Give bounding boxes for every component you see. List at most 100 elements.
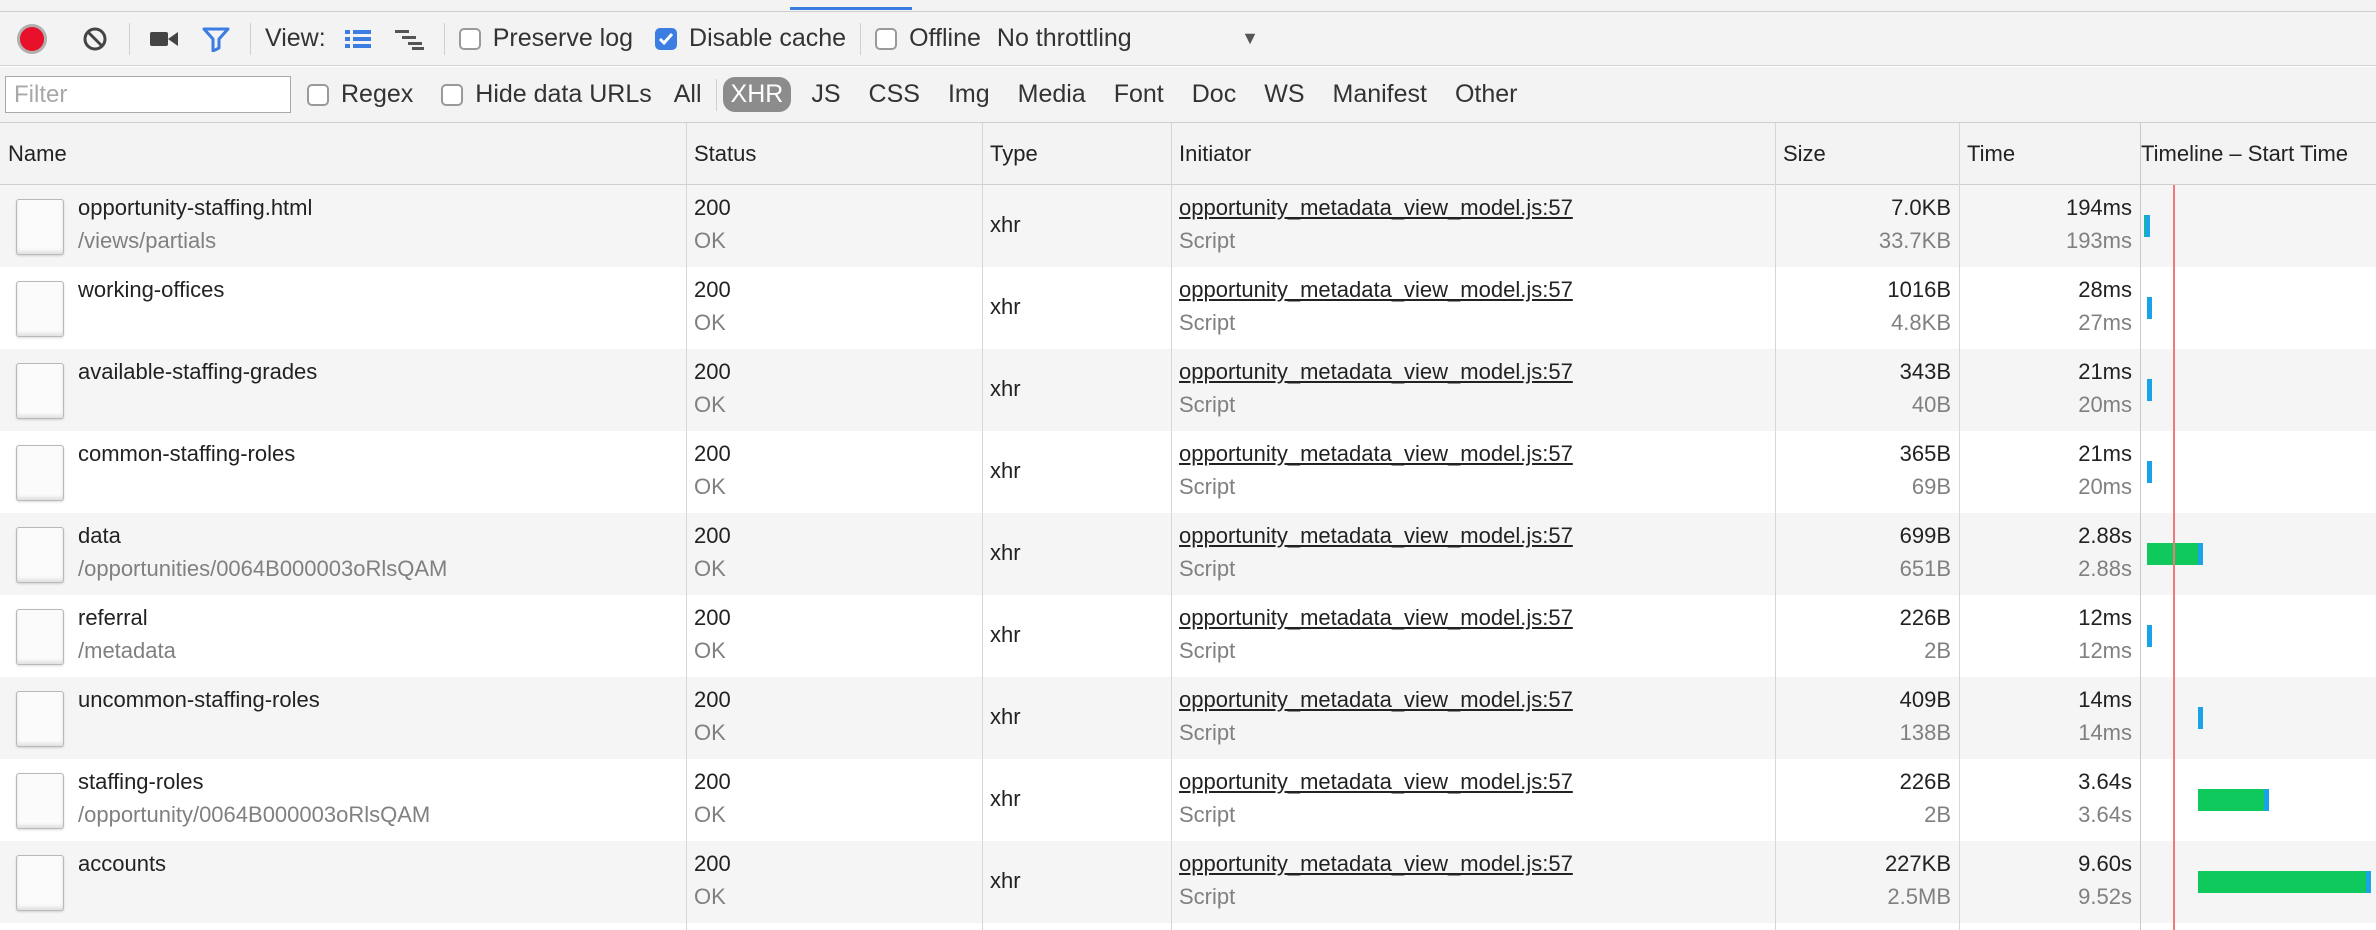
- table-row[interactable]: referral/metadata 200 OK xhr opportunity_met…: [0, 595, 2376, 677]
- table-row[interactable]: common-staffing-roles 200 OK xhr opportunity…: [0, 431, 2376, 513]
- request-name[interactable]: referral: [78, 605, 148, 631]
- status-text: OK: [694, 802, 726, 827]
- column-header-timeline[interactable]: Timeline – Start Time: [2134, 123, 2348, 185]
- initiator-type: Script: [1179, 802, 1236, 827]
- type-filter-ws[interactable]: WS: [1256, 77, 1312, 112]
- type-filter-css[interactable]: CSS: [861, 77, 928, 112]
- initiator-link[interactable]: opportunity_metadata_view_model.js:57: [1179, 851, 1573, 877]
- type-filter-font[interactable]: Font: [1106, 77, 1172, 112]
- timeline-bar[interactable]: [2144, 215, 2150, 237]
- status-code: 200: [694, 605, 731, 630]
- resource-size: 2B: [1924, 638, 1951, 663]
- preserve-log-toggle[interactable]: Preserve log: [458, 12, 634, 65]
- file-icon: [16, 199, 64, 255]
- initiator-link[interactable]: opportunity_metadata_view_model.js:57: [1179, 359, 1573, 385]
- type-filter-other[interactable]: Other: [1447, 77, 1526, 112]
- waterfall-overview-icon[interactable]: [390, 19, 430, 59]
- status-code: 200: [694, 195, 731, 220]
- column-header-initiator[interactable]: Initiator: [1171, 123, 1251, 185]
- request-name[interactable]: staffing-roles: [78, 769, 204, 795]
- status-code: 200: [694, 769, 731, 794]
- request-name[interactable]: accounts: [78, 851, 166, 877]
- request-path: /metadata: [78, 638, 176, 663]
- table-row[interactable]: accounts 200 OK xhr opportunity_metadata_vie…: [0, 841, 2376, 923]
- column-header-size[interactable]: Size: [1775, 123, 1826, 185]
- offline-toggle[interactable]: Offline: [875, 12, 981, 65]
- table-row[interactable]: staffing-roles/opportunity/0064B000003oR…: [0, 759, 2376, 841]
- large-rows-icon[interactable]: [338, 19, 378, 59]
- disable-cache-toggle[interactable]: Disable cache: [655, 12, 846, 65]
- initiator-link[interactable]: opportunity_metadata_view_model.js:57: [1179, 195, 1573, 221]
- initiator-link[interactable]: opportunity_metadata_view_model.js:57: [1179, 523, 1573, 549]
- network-request-table: Name Status Type Initiator Size Time Tim…: [0, 123, 2376, 930]
- column-header-status[interactable]: Status: [686, 123, 756, 185]
- clear-icon[interactable]: [75, 19, 115, 59]
- hide-data-urls-checkbox[interactable]: [441, 83, 464, 106]
- timeline-bar[interactable]: [2147, 461, 2152, 483]
- status-code: 200: [694, 523, 731, 548]
- timeline-bar[interactable]: [2147, 379, 2152, 401]
- record-button[interactable]: [17, 23, 47, 54]
- file-icon: [16, 773, 64, 829]
- total-time: 21ms: [2078, 359, 2132, 384]
- table-row[interactable]: uncommon-staffing-roles 200 OK xhr opportuni…: [0, 677, 2376, 759]
- request-name[interactable]: working-offices: [78, 277, 224, 303]
- timeline-bar[interactable]: [2198, 871, 2371, 893]
- type-filter-xhr[interactable]: XHR: [722, 77, 792, 112]
- filter-funnel-icon[interactable]: [196, 19, 236, 59]
- transferred-size: 699B: [1899, 523, 1951, 548]
- status-code: 200: [694, 277, 731, 302]
- column-header-type[interactable]: Type: [982, 123, 1038, 185]
- table-row[interactable]: available-staffing-grades 200 OK xhr opportu…: [0, 349, 2376, 431]
- status-text: OK: [694, 392, 726, 417]
- regex-checkbox[interactable]: [307, 83, 329, 106]
- offline-checkbox[interactable]: [875, 27, 898, 50]
- table-row[interactable]: opportunity-staffing.html/views/partials…: [0, 185, 2376, 267]
- timeline-bar[interactable]: [2198, 789, 2269, 811]
- request-name[interactable]: common-staffing-roles: [78, 441, 295, 467]
- disable-cache-checkbox[interactable]: [655, 27, 678, 50]
- type-filter-media[interactable]: Media: [1010, 77, 1094, 112]
- status-text: OK: [694, 310, 726, 335]
- table-row[interactable]: data/opportunities/0064B000003oRlsQAM 200…: [0, 513, 2376, 595]
- status-text: OK: [694, 556, 726, 581]
- initiator-link[interactable]: opportunity_metadata_view_model.js:57: [1179, 605, 1573, 631]
- video-camera-icon[interactable]: [144, 19, 184, 59]
- initiator-link[interactable]: opportunity_metadata_view_model.js:57: [1179, 769, 1573, 795]
- initiator-link[interactable]: opportunity_metadata_view_model.js:57: [1179, 441, 1573, 467]
- timeline-bar[interactable]: [2198, 707, 2203, 729]
- load-event-marker: [2173, 185, 2175, 930]
- type-filter-manifest[interactable]: Manifest: [1325, 77, 1435, 112]
- type-filter-js[interactable]: JS: [803, 77, 848, 112]
- request-name[interactable]: opportunity-staffing.html: [78, 195, 312, 221]
- resource-size: 651B: [1899, 556, 1951, 581]
- column-header-time[interactable]: Time: [1959, 123, 2015, 185]
- timeline-bar[interactable]: [2147, 297, 2152, 319]
- preserve-log-checkbox[interactable]: [458, 27, 481, 50]
- total-time: 28ms: [2078, 277, 2132, 302]
- request-name[interactable]: data: [78, 523, 121, 549]
- initiator-type: Script: [1179, 474, 1236, 499]
- preserve-log-label: Preserve log: [492, 24, 634, 52]
- column-header-name[interactable]: Name: [0, 123, 67, 185]
- initiator-link[interactable]: opportunity_metadata_view_model.js:57: [1179, 277, 1573, 303]
- disable-cache-label: Disable cache: [689, 24, 847, 52]
- filter-input[interactable]: [5, 76, 291, 113]
- table-row[interactable]: working-offices 200 OK xhr opportunity_metad…: [0, 267, 2376, 349]
- status-text: OK: [694, 228, 726, 253]
- status-text: OK: [694, 474, 726, 499]
- hide-data-urls-label: Hide data URLs: [475, 80, 652, 108]
- initiator-link[interactable]: opportunity_metadata_view_model.js:57: [1179, 687, 1573, 713]
- type-filter-doc[interactable]: Doc: [1184, 77, 1244, 112]
- type-filter-all[interactable]: All: [666, 77, 710, 112]
- type-filter-img[interactable]: Img: [940, 77, 998, 112]
- throttling-select[interactable]: No throttling ▼: [997, 24, 1267, 53]
- transferred-size: 343B: [1899, 359, 1951, 384]
- timeline-bar[interactable]: [2147, 625, 2152, 647]
- initiator-type: Script: [1179, 310, 1236, 335]
- column-divider: [1775, 123, 1776, 930]
- request-name[interactable]: available-staffing-grades: [78, 359, 317, 385]
- timeline-bar[interactable]: [2147, 543, 2203, 565]
- total-time: 2.88s: [2078, 523, 2132, 548]
- request-name[interactable]: uncommon-staffing-roles: [78, 687, 320, 713]
